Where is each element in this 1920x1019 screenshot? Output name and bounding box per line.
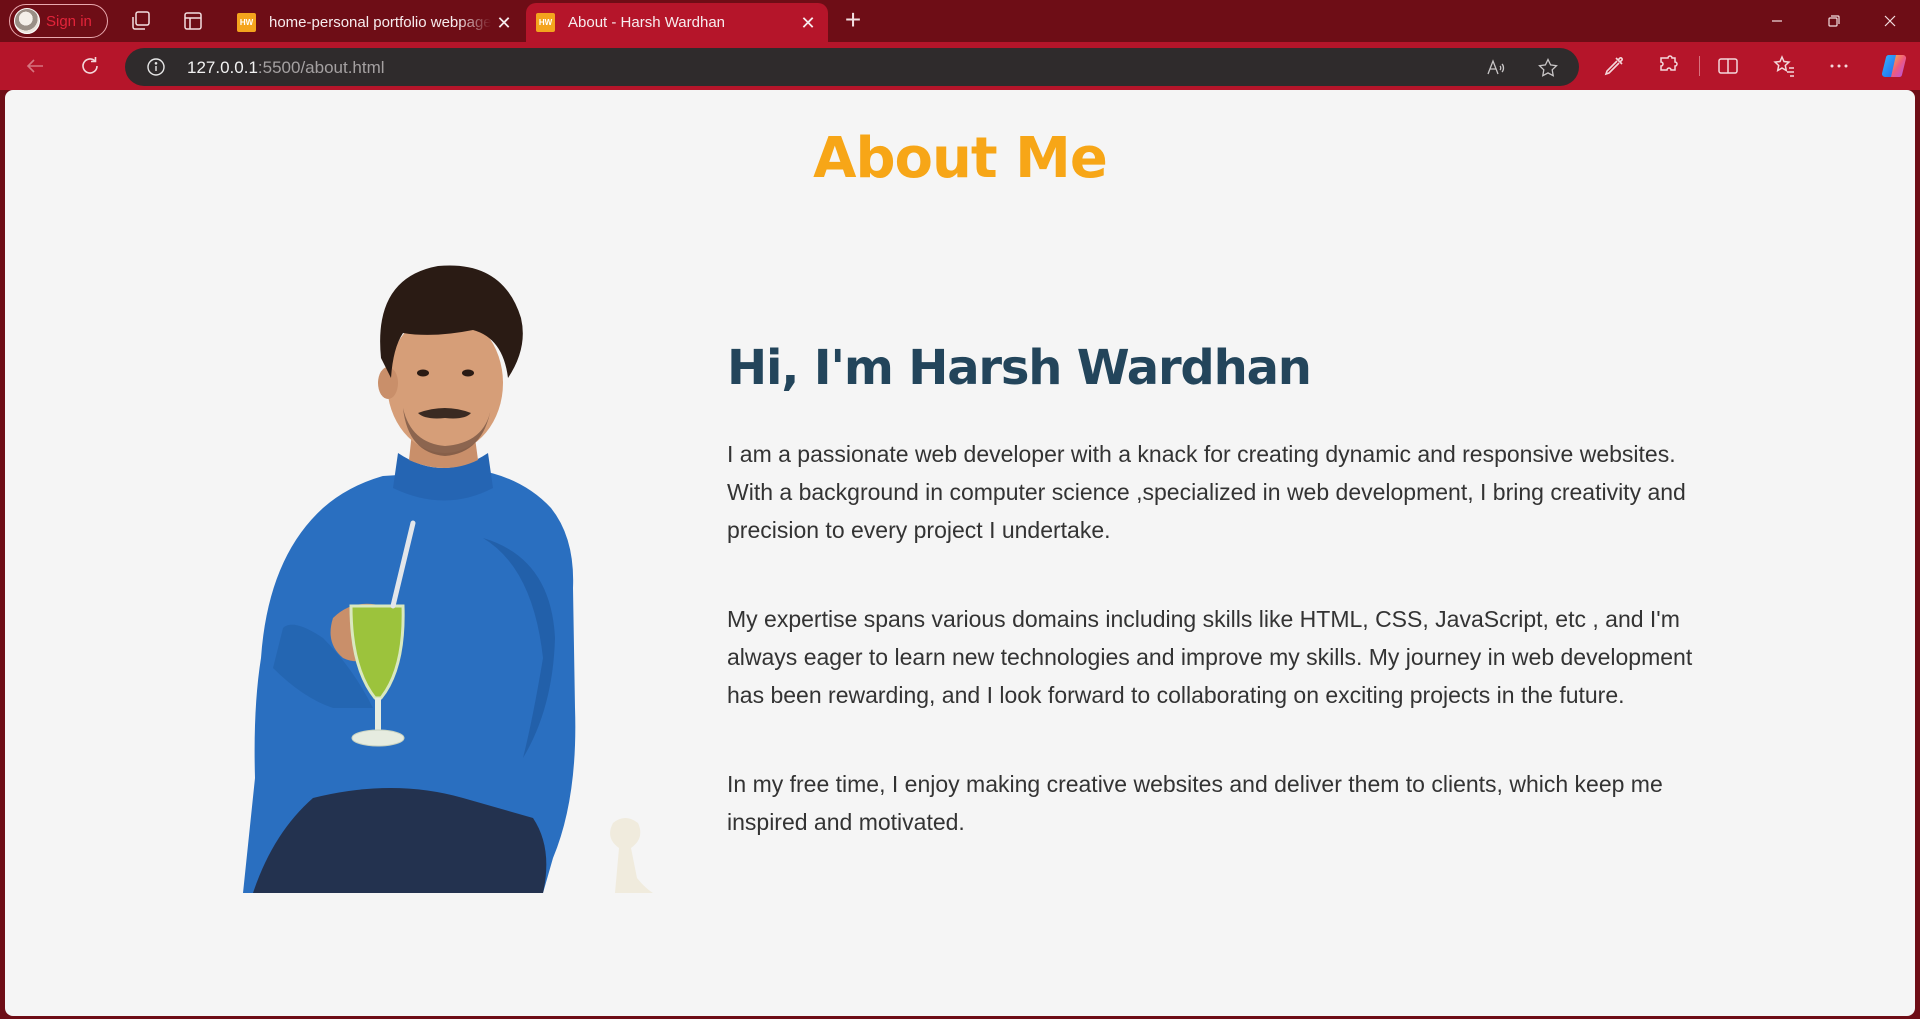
favorites-icon[interactable] (1772, 54, 1796, 78)
copilot-icon[interactable] (1880, 52, 1908, 80)
split-screen-icon[interactable] (1716, 54, 1740, 78)
sign-in-label: Sign in (46, 12, 92, 30)
favicon-icon: HW (536, 13, 555, 32)
browser-title-bar: Sign in HW home-personal portfolio webpa… (0, 0, 1920, 42)
minimize-icon[interactable] (1766, 10, 1788, 32)
site-info-icon[interactable] (146, 57, 166, 77)
close-tab-icon[interactable]: ✕ (798, 13, 818, 33)
eyedropper-icon[interactable] (1602, 54, 1626, 78)
page-title: About Me (813, 126, 1108, 191)
url-text[interactable]: 127.0.0.1:5500/about.html (187, 58, 385, 78)
close-window-icon[interactable] (1879, 10, 1901, 32)
toolbar-divider (1699, 56, 1700, 76)
tab-title: About - Harsh Wardhan (568, 14, 726, 31)
tab-home-portfolio[interactable]: HW home-personal portfolio webpage ✕ (228, 3, 524, 42)
restore-icon[interactable] (1823, 10, 1845, 32)
greeting-heading: Hi, I'm Harsh Wardhan (727, 340, 1312, 396)
tab-title: home-personal portfolio webpage (269, 14, 491, 31)
page-viewport: About Me Hi, I'm Harsh Wardhan I am a pa… (5, 90, 1915, 1016)
new-tab-icon[interactable]: + (840, 6, 866, 34)
back-icon[interactable] (21, 52, 49, 80)
more-options-icon[interactable] (1827, 54, 1851, 78)
close-tab-icon[interactable]: ✕ (494, 13, 514, 33)
workspaces-icon[interactable] (129, 9, 153, 33)
tab-actions-icon[interactable] (181, 9, 205, 33)
refresh-icon[interactable] (76, 52, 104, 80)
favorite-star-icon[interactable] (1537, 57, 1559, 79)
browser-toolbar: 127.0.0.1:5500/about.html (0, 42, 1920, 90)
intro-paragraph: I am a passionate web developer with a k… (727, 441, 1686, 543)
address-bar[interactable]: 127.0.0.1:5500/about.html (125, 48, 1579, 86)
profile-button[interactable]: Sign in (9, 4, 108, 38)
tab-about[interactable]: HW About - Harsh Wardhan ✕ (526, 3, 828, 42)
extensions-icon[interactable] (1656, 54, 1680, 78)
read-aloud-icon[interactable] (1485, 57, 1507, 79)
expertise-paragraph: My expertise spans various domains inclu… (727, 606, 1693, 708)
favicon-icon: HW (237, 13, 256, 32)
free-time-paragraph: In my free time, I enjoy making creative… (727, 771, 1663, 835)
avatar (14, 8, 40, 34)
profile-photo (233, 238, 663, 893)
